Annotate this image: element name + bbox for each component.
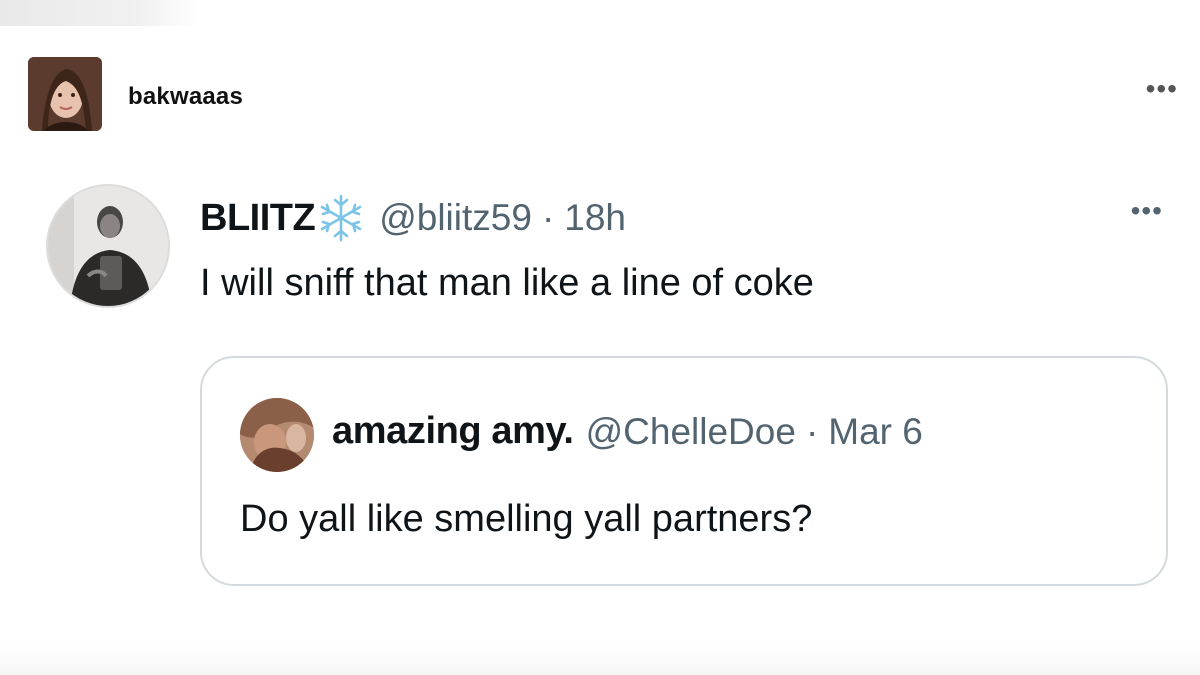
quoted-tweet-card[interactable]: amazing amy. @ChelleDoe · Mar 6 Do yall … [200,356,1168,586]
quote-timestamp[interactable]: Mar 6 [828,411,923,453]
quote-avatar-image [240,398,314,472]
post-header: bakwaaas ••• [28,57,1178,131]
more-horizontal-icon[interactable]: ••• [1131,197,1163,225]
quote-avatar[interactable] [240,398,314,472]
post-username[interactable]: bakwaaas [128,83,243,111]
tweet-avatar[interactable] [46,184,170,308]
tweet-header: BLIITZ @bliitz59 · 18h [200,193,626,243]
tweet-handle[interactable]: @bliitz59 [379,197,532,239]
tweet-timestamp[interactable]: 18h [564,197,626,239]
top-fade [0,0,200,26]
quote-text: Do yall like smelling yall partners? [240,498,813,540]
bottom-fade [0,645,1200,675]
tweet-avatar-image [48,186,168,306]
post-avatar[interactable] [28,57,102,131]
post-avatar-image [28,57,102,131]
page: bakwaaas ••• BLIITZ @bliitz59 · 18h ••• … [0,0,1200,675]
quote-author-name[interactable]: amazing amy. [332,410,574,453]
more-horizontal-icon[interactable]: ••• [1146,75,1178,103]
tweet-author-name[interactable]: BLIITZ [200,197,316,240]
quote-separator: · [805,410,819,452]
tweet-text: I will sniff that man like a line of cok… [200,262,814,304]
snowflake-icon [315,192,367,244]
tweet-separator: · [541,197,555,238]
quote-header: amazing amy. @ChelleDoe · Mar 6 [332,410,923,453]
quote-handle[interactable]: @ChelleDoe [586,411,796,453]
